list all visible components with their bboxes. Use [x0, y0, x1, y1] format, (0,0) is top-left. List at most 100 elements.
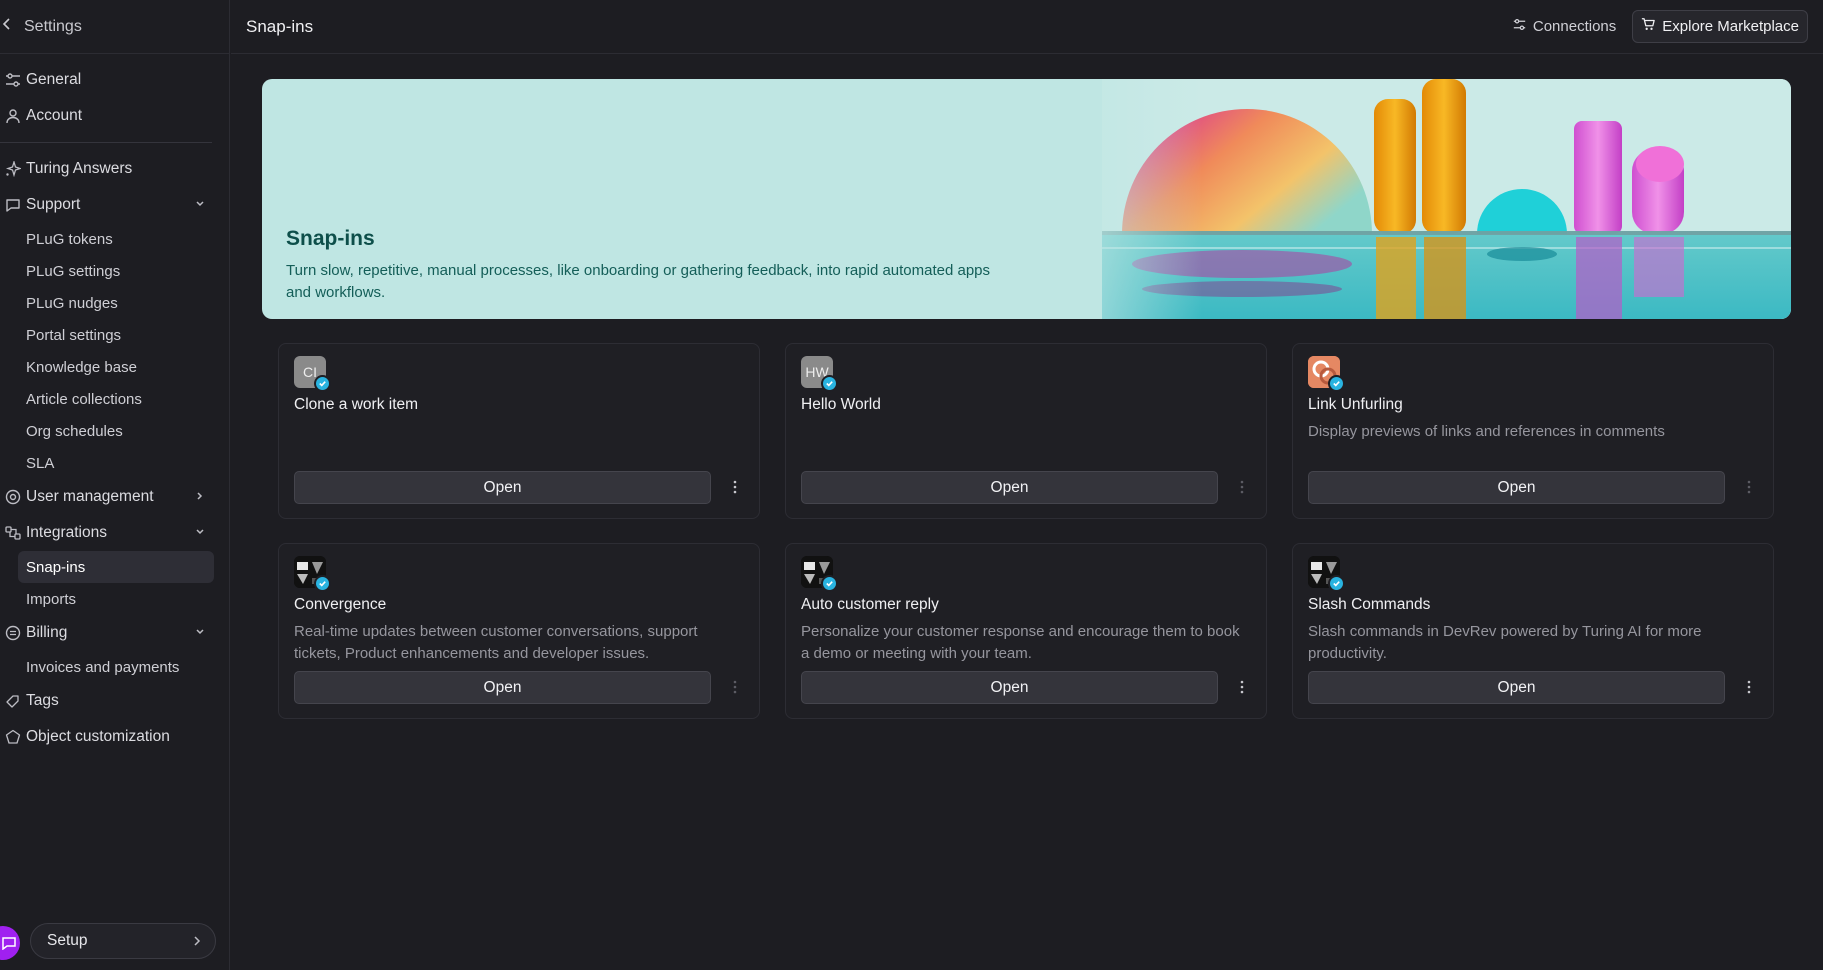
- banner-illustration: [1102, 79, 1791, 319]
- open-button[interactable]: Open: [294, 471, 711, 504]
- banner-title: Snap-ins: [286, 227, 375, 250]
- snap-in-description: Display previews of links and references…: [1308, 423, 1665, 440]
- setup-label: Setup: [47, 932, 88, 949]
- more-options-icon[interactable]: [1737, 675, 1761, 699]
- snap-in-card-clone-work-item: CI Clone a work item Open: [278, 343, 760, 519]
- snap-in-description: Real-time updates between customer conve…: [294, 623, 698, 662]
- tag-icon: [0, 691, 26, 711]
- sidebar-item-label: User management: [26, 488, 154, 505]
- chevron-left-icon: [2, 17, 12, 36]
- connections-label: Connections: [1532, 17, 1617, 35]
- settings-back-link[interactable]: Settings: [0, 0, 229, 54]
- sidebar-subitem-plug-nudges[interactable]: PLuG nudges: [0, 287, 214, 319]
- sparkle-icon: [0, 159, 26, 179]
- snap-in-card-link-unfurling: Link Unfurling Display previews of links…: [1292, 343, 1774, 519]
- user-icon: [0, 106, 26, 126]
- integrations-icon: [0, 523, 26, 543]
- verified-check-icon: [1328, 375, 1345, 392]
- setup-button[interactable]: Setup: [30, 923, 216, 959]
- cart-icon: [1641, 17, 1656, 35]
- sidebar-subitem-imports[interactable]: Imports: [0, 583, 214, 615]
- snap-in-title: Convergence: [294, 596, 387, 613]
- verified-check-icon: [314, 575, 331, 592]
- sidebar-subitem-snap-ins[interactable]: Snap-ins: [18, 551, 214, 583]
- sidebar-item-label: Support: [26, 196, 81, 213]
- open-button[interactable]: Open: [1308, 671, 1725, 704]
- snap-in-card-hello-world: HW Hello World Open: [785, 343, 1267, 519]
- verified-check-icon: [821, 375, 838, 392]
- sidebar-item-label: Turing Answers: [26, 160, 133, 177]
- sliders-icon: [0, 70, 26, 90]
- open-button[interactable]: Open: [1308, 471, 1725, 504]
- snap-in-title: Clone a work item: [294, 396, 419, 413]
- sidebar-divider: [0, 142, 212, 143]
- sidebar-subitem-portal-settings[interactable]: Portal settings: [0, 319, 214, 351]
- page-title: Snap-ins: [246, 16, 314, 36]
- marketplace-label: Explore Marketplace: [1662, 17, 1799, 35]
- sidebar-subitem-article-collections[interactable]: Article collections: [0, 383, 214, 415]
- sidebar-subitem-invoices[interactable]: Invoices and payments: [0, 651, 214, 683]
- sidebar-item-support[interactable]: Support: [0, 187, 214, 223]
- sidebar-item-tags[interactable]: Tags: [0, 683, 214, 719]
- sidebar-item-label: Object customization: [26, 728, 170, 745]
- verified-check-icon: [1328, 575, 1345, 592]
- at-icon: [0, 487, 26, 507]
- more-options-icon[interactable]: [723, 675, 747, 699]
- sidebar-subitem-sla[interactable]: SLA: [0, 447, 214, 479]
- snap-in-description: Slash commands in DevRev powered by Turi…: [1308, 623, 1702, 662]
- verified-check-icon: [821, 575, 838, 592]
- snap-in-title: Auto customer reply: [801, 596, 939, 613]
- more-options-icon[interactable]: [1230, 475, 1254, 499]
- topbar: Snap-ins Connections Explore Marketplace: [231, 0, 1823, 54]
- settings-title: Settings: [24, 17, 82, 35]
- chevron-down-icon[interactable]: [192, 196, 208, 212]
- sidebar-subitem-knowledge-base[interactable]: Knowledge base: [0, 351, 214, 383]
- sidebar-item-label: Integrations: [26, 524, 107, 541]
- setup-area: Setup: [0, 914, 230, 970]
- sidebar-item-account[interactable]: Account: [0, 98, 214, 134]
- more-options-icon[interactable]: [1230, 675, 1254, 699]
- sidebar-subitem-org-schedules[interactable]: Org schedules: [0, 415, 214, 447]
- sidebar-item-user-management[interactable]: User management: [0, 479, 214, 515]
- settings-sidebar: Settings General Account Turing Answers: [0, 0, 230, 970]
- snap-in-card-convergence: Convergence Real-time updates between cu…: [278, 543, 760, 719]
- snap-in-card-slash-commands: Slash Commands Slash commands in DevRev …: [1292, 543, 1774, 719]
- snap-ins-banner: Snap-ins Turn slow, repetitive, manual p…: [262, 79, 1791, 319]
- chevron-right-icon[interactable]: [192, 488, 208, 504]
- chevron-down-icon[interactable]: [192, 624, 208, 640]
- sidebar-item-billing[interactable]: Billing: [0, 615, 214, 651]
- open-button[interactable]: Open: [801, 471, 1218, 504]
- snap-in-title: Slash Commands: [1308, 596, 1431, 613]
- snap-in-title: Hello World: [801, 396, 881, 413]
- connections-button[interactable]: Connections: [1511, 9, 1618, 43]
- sidebar-item-integrations[interactable]: Integrations: [0, 515, 214, 551]
- chat-bubble-icon[interactable]: [0, 926, 20, 960]
- snap-in-description: Personalize your customer response and e…: [801, 623, 1240, 662]
- explore-marketplace-button[interactable]: Explore Marketplace: [1632, 9, 1808, 43]
- sliders-icon: [1513, 18, 1526, 35]
- snap-in-title: Link Unfurling: [1308, 396, 1403, 413]
- banner-description: Turn slow, repetitive, manual processes,…: [286, 262, 991, 301]
- snap-in-card-auto-customer-reply: Auto customer reply Personalize your cus…: [785, 543, 1267, 719]
- pentagon-icon: [0, 727, 26, 747]
- sidebar-item-label: Billing: [26, 624, 68, 641]
- open-button[interactable]: Open: [801, 671, 1218, 704]
- more-options-icon[interactable]: [1737, 475, 1761, 499]
- chevron-right-icon: [193, 934, 201, 952]
- banner-fade: [1042, 79, 1202, 319]
- sidebar-item-label: General: [26, 71, 82, 88]
- billing-icon: [0, 623, 26, 643]
- sidebar-item-turing-answers[interactable]: Turing Answers: [0, 151, 214, 187]
- sidebar-item-general[interactable]: General: [0, 62, 214, 98]
- verified-check-icon: [314, 375, 331, 392]
- sidebar-item-label: Tags: [26, 692, 59, 709]
- more-options-icon[interactable]: [723, 475, 747, 499]
- chevron-down-icon[interactable]: [192, 524, 208, 540]
- sidebar-subitem-plug-settings[interactable]: PLuG settings: [0, 255, 214, 287]
- sidebar-item-object-customization[interactable]: Object customization: [0, 719, 214, 755]
- sidebar-subitem-plug-tokens[interactable]: PLuG tokens: [0, 223, 214, 255]
- sidebar-nav: General Account Turing Answers Support P…: [0, 54, 229, 755]
- open-button[interactable]: Open: [294, 671, 711, 704]
- sidebar-item-label: Account: [26, 107, 83, 124]
- chat-icon: [0, 195, 26, 215]
